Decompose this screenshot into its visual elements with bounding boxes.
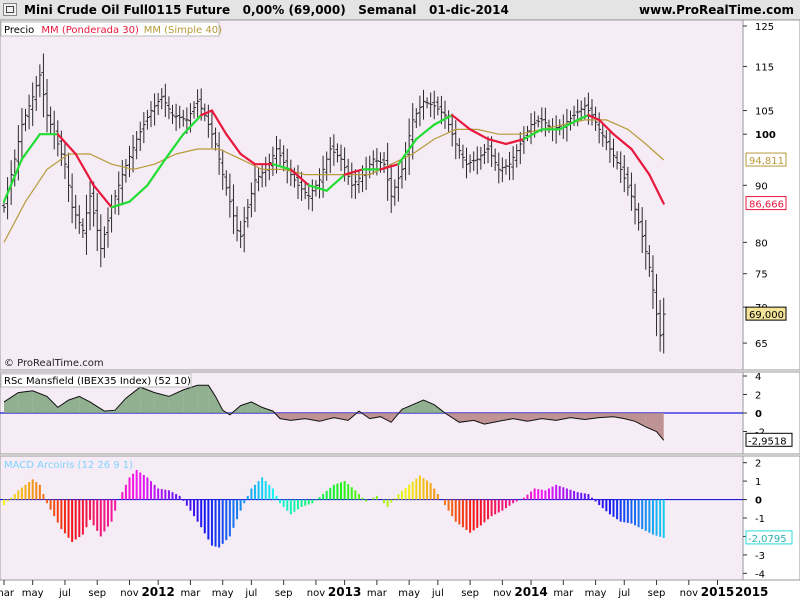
x-tick-label: 2012	[141, 585, 174, 599]
copyright-label: © ProRealTime.com	[4, 358, 104, 369]
x-tick-label: 2015	[735, 585, 768, 599]
x-tick-label: nov	[120, 588, 138, 599]
price-y-tick-label: 75	[755, 270, 768, 281]
x-tick-label: nov	[307, 588, 325, 599]
macd-y-tick-label: -1	[755, 514, 765, 525]
x-tick-label: sep	[275, 588, 293, 599]
x-tick-label: may	[212, 588, 234, 599]
rsc-y-tick-label: 2	[755, 391, 761, 402]
x-tick-label: nov	[680, 588, 698, 599]
price-y-tick-label: 100	[755, 130, 776, 141]
x-tick-label: sep	[648, 588, 666, 599]
last-value-label: 94,811	[749, 156, 784, 167]
x-tick-label: mar	[0, 588, 15, 599]
site-url[interactable]: www.ProRealTime.com	[639, 3, 794, 17]
x-tick-label: jul	[244, 588, 257, 599]
rsc-area-segment	[18, 390, 33, 413]
macd-legend: MACD Arcoiris (12 26 9 1)	[4, 460, 133, 471]
x-tick-label: mar	[553, 588, 574, 599]
x-tick-label: jul	[617, 588, 630, 599]
price-y-tick-label: 115	[755, 62, 774, 73]
x-tick-label: mar	[180, 588, 201, 599]
rsc-legend: RSc Mansfield (IBEX35 Index) (52 10)	[4, 376, 191, 387]
rsc-y-tick-label: 0	[755, 409, 762, 420]
price-y-tick-label: 125	[755, 22, 774, 33]
window-icon	[6, 6, 14, 13]
last-value-label: 86,666	[749, 200, 784, 211]
macd-y-tick-label: 2	[755, 459, 761, 470]
x-tick-label: sep	[88, 588, 106, 599]
x-tick-label: nov	[493, 588, 511, 599]
x-tick-label: jul	[431, 588, 444, 599]
legend-item: MM (Simple 40)	[144, 25, 222, 36]
title-bar: Mini Crude Oil Full0115 Future 0,00% (69…	[0, 0, 800, 20]
rsc-y-tick-label: 4	[755, 372, 761, 383]
price-y-tick-label: 80	[755, 238, 768, 249]
rsc-area-segment	[197, 385, 209, 413]
macd-y-tick-label: -3	[755, 551, 765, 562]
price-y-tick-label: 105	[755, 107, 774, 118]
macd-y-tick-label: 1	[755, 477, 761, 488]
x-tick-label: mar	[367, 588, 388, 599]
macd-last-value-label: -2,0795	[748, 534, 787, 545]
x-tick-label: 2013	[328, 585, 361, 599]
price-y-tick-label: 65	[755, 339, 768, 350]
x-tick-label: jul	[58, 588, 71, 599]
x-tick-label: 2014	[514, 585, 547, 599]
panel-toggle-button[interactable]	[3, 3, 17, 16]
chart-title: Mini Crude Oil Full0115 Future 0,00% (69…	[24, 3, 509, 17]
legend-item: MM (Ponderada 30)	[41, 25, 139, 36]
legend-item: Precio	[4, 25, 34, 36]
macd-y-tick-label: -4	[755, 569, 765, 580]
x-tick-label: may	[585, 588, 607, 599]
macd-y-tick-label: 0	[755, 496, 762, 507]
last-value-label: 69,000	[749, 310, 784, 321]
price-y-tick-label: 90	[755, 181, 768, 192]
price-change: 0,00% (69,000)	[242, 3, 346, 17]
x-tick-label: may	[22, 588, 44, 599]
period-label: Semanal	[358, 3, 417, 17]
x-tick-label: sep	[461, 588, 479, 599]
rsc-last-value-label: -2,9518	[748, 436, 787, 447]
x-tick-label: 2015	[701, 585, 734, 599]
x-tick-label: may	[398, 588, 420, 599]
chart-canvas[interactable]: 657075809010010511512594,81186,66669,000…	[0, 20, 800, 600]
instrument-name: Mini Crude Oil Full0115 Future	[24, 3, 231, 17]
date-label: 01-dic-2014	[428, 3, 509, 17]
price-legend: Precio MM (Ponderada 30) MM (Simple 40)	[0, 21, 222, 37]
macd-axis-panel	[742, 455, 800, 581]
